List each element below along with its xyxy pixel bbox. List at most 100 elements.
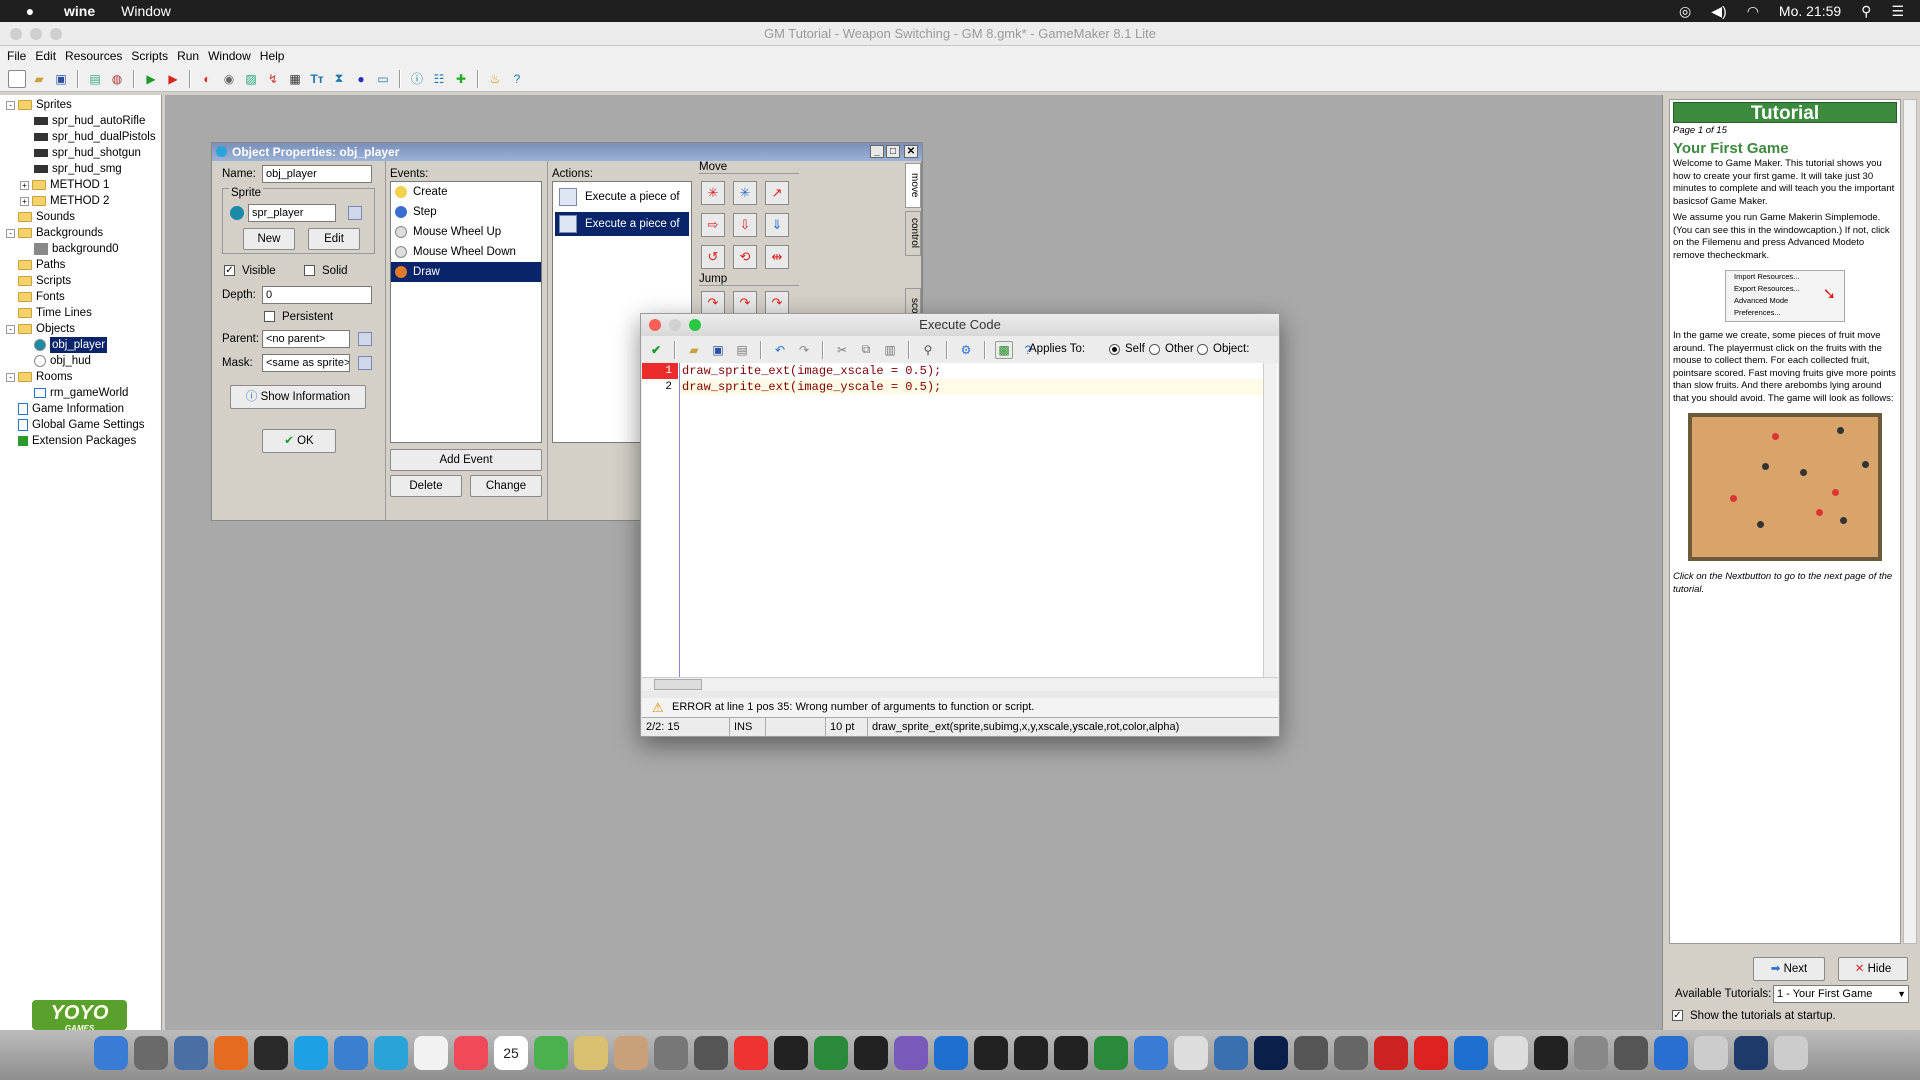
event-step[interactable]: Step bbox=[391, 202, 541, 222]
add-room-icon[interactable]: ▭ bbox=[374, 70, 392, 88]
add-object-icon[interactable]: ● bbox=[352, 70, 370, 88]
menu-scripts[interactable]: Scripts bbox=[131, 49, 168, 63]
tree-item[interactable]: Extension Packages bbox=[6, 433, 136, 449]
dock-app-icon[interactable] bbox=[1334, 1036, 1368, 1070]
self-radio[interactable] bbox=[1109, 344, 1120, 355]
dock-app-icon[interactable] bbox=[1414, 1036, 1448, 1070]
dock-app-icon[interactable] bbox=[614, 1036, 648, 1070]
other-radio[interactable] bbox=[1149, 344, 1160, 355]
menu-resources[interactable]: Resources bbox=[65, 49, 122, 63]
show-at-startup-checkbox[interactable]: ✓ bbox=[1672, 1010, 1683, 1021]
dock-app-icon[interactable] bbox=[1254, 1036, 1288, 1070]
apple-icon[interactable]: ● bbox=[22, 3, 38, 19]
action-execute-code[interactable]: Execute a piece of code bbox=[555, 185, 689, 227]
tutorial-hide-button[interactable]: ✕ Hide bbox=[1838, 957, 1908, 981]
copy-icon[interactable]: ⧉ bbox=[857, 341, 875, 359]
tree-item[interactable]: spr_hud_autoRifle bbox=[34, 113, 145, 129]
dock-app-icon[interactable] bbox=[294, 1036, 328, 1070]
event-create[interactable]: Create bbox=[391, 182, 541, 202]
dock-app-icon[interactable] bbox=[1294, 1036, 1328, 1070]
object-radio[interactable] bbox=[1197, 344, 1208, 355]
tree-item[interactable]: obj_player bbox=[34, 337, 108, 353]
minimize-dialog-icon[interactable] bbox=[669, 319, 681, 331]
mask-menu-icon[interactable] bbox=[358, 356, 372, 370]
insert-icon[interactable]: ▩ bbox=[995, 340, 1013, 359]
dock-app-icon[interactable] bbox=[1694, 1036, 1728, 1070]
name-field[interactable] bbox=[262, 165, 372, 183]
ok-checkmark-icon[interactable]: ✔ bbox=[647, 341, 665, 359]
code-line-1[interactable]: draw_sprite_ext(image_xscale = 0.5); bbox=[682, 363, 941, 379]
jump-random-icon[interactable]: ↷ bbox=[765, 291, 789, 315]
add-background-icon[interactable]: ▨ bbox=[242, 70, 260, 88]
find-icon[interactable]: ⚲ bbox=[919, 341, 937, 359]
dock-app-icon[interactable] bbox=[534, 1036, 568, 1070]
ok-button[interactable]: ✔ OK bbox=[262, 429, 336, 453]
dock-app-icon[interactable] bbox=[654, 1036, 688, 1070]
speed-horizontal-icon[interactable]: ⇨ bbox=[701, 213, 725, 237]
create-executable-icon[interactable]: ▤ bbox=[86, 70, 104, 88]
move-free-icon[interactable]: ✳ bbox=[733, 181, 757, 205]
jump-position-icon[interactable]: ↷ bbox=[701, 291, 725, 315]
tree-item[interactable]: spr_hud_smg bbox=[34, 161, 122, 177]
event-draw[interactable]: Draw bbox=[391, 262, 541, 282]
change-event-button[interactable]: Change bbox=[470, 475, 542, 497]
parent-field[interactable] bbox=[262, 330, 350, 348]
dock-app-icon[interactable] bbox=[1054, 1036, 1088, 1070]
dock-app-icon[interactable] bbox=[1454, 1036, 1488, 1070]
events-list[interactable]: Create Step Mouse Wheel Up Mouse Wheel D… bbox=[390, 181, 542, 443]
dock-app-icon[interactable] bbox=[1014, 1036, 1048, 1070]
open-file-icon[interactable]: ▰ bbox=[30, 70, 48, 88]
dock-app-icon[interactable] bbox=[894, 1036, 928, 1070]
tree-item[interactable]: + METHOD 2 bbox=[20, 193, 109, 209]
jump-start-icon[interactable]: ↷ bbox=[733, 291, 757, 315]
zoom-dialog-icon[interactable] bbox=[689, 319, 701, 331]
dock-app-icon[interactable] bbox=[1574, 1036, 1608, 1070]
global-settings-icon[interactable]: ☷ bbox=[430, 70, 448, 88]
dock-app-icon[interactable] bbox=[1534, 1036, 1568, 1070]
add-sprite-icon[interactable]: ◐ bbox=[198, 70, 216, 88]
event-mouse-wheel-down[interactable]: Mouse Wheel Down bbox=[391, 242, 541, 262]
tab-control[interactable]: control bbox=[905, 211, 921, 256]
tree-item[interactable]: Time Lines bbox=[6, 305, 92, 321]
minimize-window-icon[interactable] bbox=[30, 28, 42, 40]
dock-app-icon[interactable] bbox=[1774, 1036, 1808, 1070]
new-file-icon[interactable] bbox=[8, 69, 26, 88]
dock-app-icon[interactable] bbox=[934, 1036, 968, 1070]
tree-item[interactable]: obj_hud bbox=[34, 353, 91, 369]
expand-icon[interactable]: + bbox=[20, 180, 29, 190]
extension-packages-icon[interactable]: ✚ bbox=[452, 70, 470, 88]
edit-sprite-button[interactable]: Edit bbox=[308, 228, 360, 250]
dock-app-icon[interactable] bbox=[734, 1036, 768, 1070]
sync-icon[interactable]: ◎ bbox=[1679, 3, 1691, 20]
add-path-icon[interactable]: ↯ bbox=[264, 70, 282, 88]
tutorial-scrollbar[interactable] bbox=[1903, 99, 1917, 944]
dock-app-icon[interactable] bbox=[854, 1036, 888, 1070]
menubar-clock[interactable]: Mo. 21:59 bbox=[1779, 3, 1841, 19]
tree-item[interactable]: Sounds bbox=[6, 209, 75, 225]
move-towards-icon[interactable]: ↗ bbox=[765, 181, 789, 205]
visible-checkbox[interactable]: ✓ bbox=[224, 265, 235, 276]
tree-item[interactable]: spr_hud_shotgun bbox=[34, 145, 141, 161]
tree-item[interactable]: Fonts bbox=[6, 289, 65, 305]
collapse-icon[interactable]: - bbox=[6, 372, 15, 382]
dock-app-icon[interactable] bbox=[1734, 1036, 1768, 1070]
redo-icon[interactable]: ↷ bbox=[795, 341, 813, 359]
volume-icon[interactable]: ◀) bbox=[1711, 3, 1726, 20]
game-information-icon[interactable]: ⓘ bbox=[408, 70, 426, 88]
collapse-icon[interactable]: - bbox=[6, 100, 15, 110]
object-properties-titlebar[interactable]: Object Properties: obj_player _ □ ✕ bbox=[212, 143, 922, 161]
tree-item[interactable]: - Backgrounds bbox=[6, 225, 103, 241]
save-icon[interactable]: ▣ bbox=[52, 70, 70, 88]
tree-item[interactable]: Paths bbox=[6, 257, 65, 273]
tree-item[interactable]: + METHOD 1 bbox=[20, 177, 109, 193]
dock-app-icon[interactable] bbox=[1494, 1036, 1528, 1070]
minimize-button[interactable]: _ bbox=[870, 145, 884, 158]
menu-window[interactable]: Window bbox=[208, 49, 251, 63]
dock-app-icon[interactable] bbox=[1214, 1036, 1248, 1070]
menubar-app-name[interactable]: wine bbox=[64, 3, 95, 19]
persistent-checkbox[interactable] bbox=[264, 311, 275, 322]
execute-code-titlebar[interactable]: Execute Code bbox=[641, 314, 1279, 336]
dock-app-icon[interactable] bbox=[414, 1036, 448, 1070]
show-information-button[interactable]: ⓘ Show Information bbox=[230, 385, 366, 409]
debug-run-icon[interactable]: ▶ bbox=[164, 70, 182, 88]
